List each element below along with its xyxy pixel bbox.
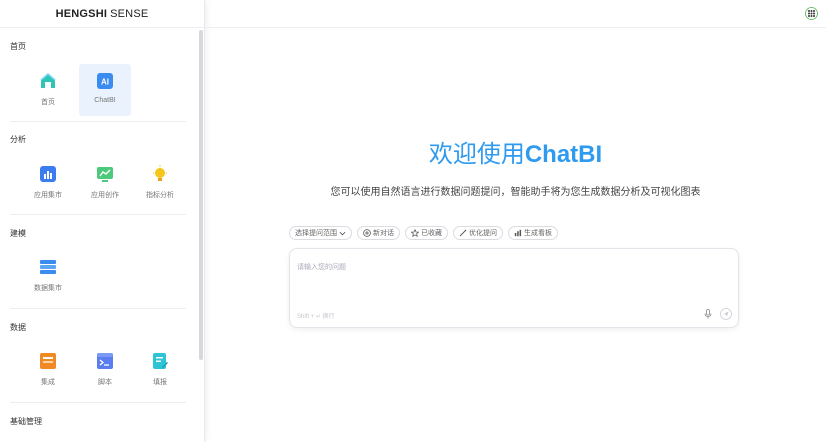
chevron-down-icon [339, 231, 346, 235]
brand-rest: SENSE [110, 7, 149, 20]
dashboard-icon [514, 229, 522, 237]
divider [10, 121, 186, 122]
ai-icon: AI [97, 73, 113, 89]
topbar [205, 0, 826, 28]
generate-dashboard-chip[interactable]: 生成看板 [508, 226, 558, 240]
nav-item-script[interactable]: 脚本 [79, 344, 131, 396]
divider [10, 308, 186, 309]
favorites-label: 已收藏 [421, 230, 442, 237]
nav-item-data-market[interactable]: 数据集市 [22, 250, 74, 302]
newline-hint: Shift + ↵ 换行 [297, 314, 335, 320]
app: HENGSHI SENSE 首页 首页 AI ChatBI 分析 应用集市 应用… [0, 0, 826, 442]
nav-item-metric-analysis-label: 指标分析 [146, 192, 174, 199]
favorites-chip[interactable]: 已收藏 [405, 226, 448, 240]
nav-item-app-create-label: 应用创作 [91, 192, 119, 199]
nav-item-integration-label: 集成 [41, 379, 55, 386]
section-title-home: 首页 [10, 42, 26, 51]
divider [10, 402, 186, 403]
microphone-icon[interactable] [703, 309, 713, 319]
scope-select-label: 选择提问范围 [295, 230, 337, 237]
generate-dashboard-label: 生成看板 [524, 230, 552, 237]
nav-item-home[interactable]: 首页 [22, 64, 74, 116]
nav-item-metric-analysis[interactable]: 指标分析 [134, 157, 186, 209]
sidebar: HENGSHI SENSE 首页 首页 AI ChatBI 分析 应用集市 应用… [0, 0, 205, 442]
sidebar-scrollbar[interactable] [199, 30, 203, 360]
nav-item-form[interactable]: 填报 [134, 344, 186, 396]
new-chat-chip[interactable]: 新对话 [357, 226, 400, 240]
magic-wand-icon [459, 229, 467, 237]
optimize-question-label: 优化提问 [469, 230, 497, 237]
app-grid-icon[interactable] [805, 7, 818, 20]
line-chart-icon [97, 167, 113, 182]
section-title-analysis: 分析 [10, 135, 26, 144]
scope-select-chip[interactable]: 选择提问范围 [289, 226, 352, 240]
plus-circle-icon [363, 229, 371, 237]
brand-logo[interactable]: HENGSHI SENSE [0, 0, 204, 28]
section-title-data: 数据 [10, 323, 26, 332]
nav-item-app-create[interactable]: 应用创作 [79, 157, 131, 209]
nav-item-form-label: 填报 [153, 379, 167, 386]
brand-bold: HENGSHI [55, 7, 108, 20]
question-input[interactable]: 请输入您的问题 Shift + ↵ 换行 [289, 248, 739, 328]
home-icon [40, 73, 56, 88]
optimize-question-chip[interactable]: 优化提问 [453, 226, 503, 240]
star-icon [411, 229, 419, 237]
nav-item-data-market-label: 数据集市 [34, 285, 62, 292]
send-icon[interactable] [720, 308, 732, 320]
form-edit-icon [153, 353, 168, 369]
welcome-title: 欢迎使用ChatBI [205, 134, 826, 169]
section-title-modeling: 建模 [10, 229, 26, 238]
nav-item-app-market[interactable]: 应用集市 [22, 157, 74, 209]
nav-item-chatbi-label: ChatBI [94, 97, 116, 104]
inbox-icon [40, 353, 56, 369]
welcome-prefix: 欢迎使用 [428, 141, 525, 168]
database-icon [40, 260, 56, 274]
nav-item-integration[interactable]: 集成 [22, 344, 74, 396]
chip-bar: 选择提问范围 新对话 已收藏 优化提问 生成看板 [289, 226, 558, 240]
question-input-placeholder: 请输入您的问题 [297, 264, 346, 271]
terminal-icon [97, 353, 113, 369]
nav-item-app-market-label: 应用集市 [34, 192, 62, 199]
nav-item-home-label: 首页 [41, 99, 55, 106]
welcome-subtitle: 您可以使用自然语言进行数据问题提问，智能助手将为您生成数据分析及可视化图表 [330, 187, 701, 198]
bar-chart-icon [40, 166, 56, 182]
lightbulb-icon [153, 165, 167, 181]
section-title-base-management: 基础管理 [10, 417, 42, 426]
divider [10, 214, 186, 215]
nav-item-chatbi[interactable]: AI ChatBI [79, 64, 131, 116]
new-chat-label: 新对话 [373, 230, 394, 237]
nav-item-script-label: 脚本 [98, 379, 112, 386]
welcome-brand: ChatBI [524, 141, 603, 168]
svg-text:AI: AI [101, 78, 109, 87]
